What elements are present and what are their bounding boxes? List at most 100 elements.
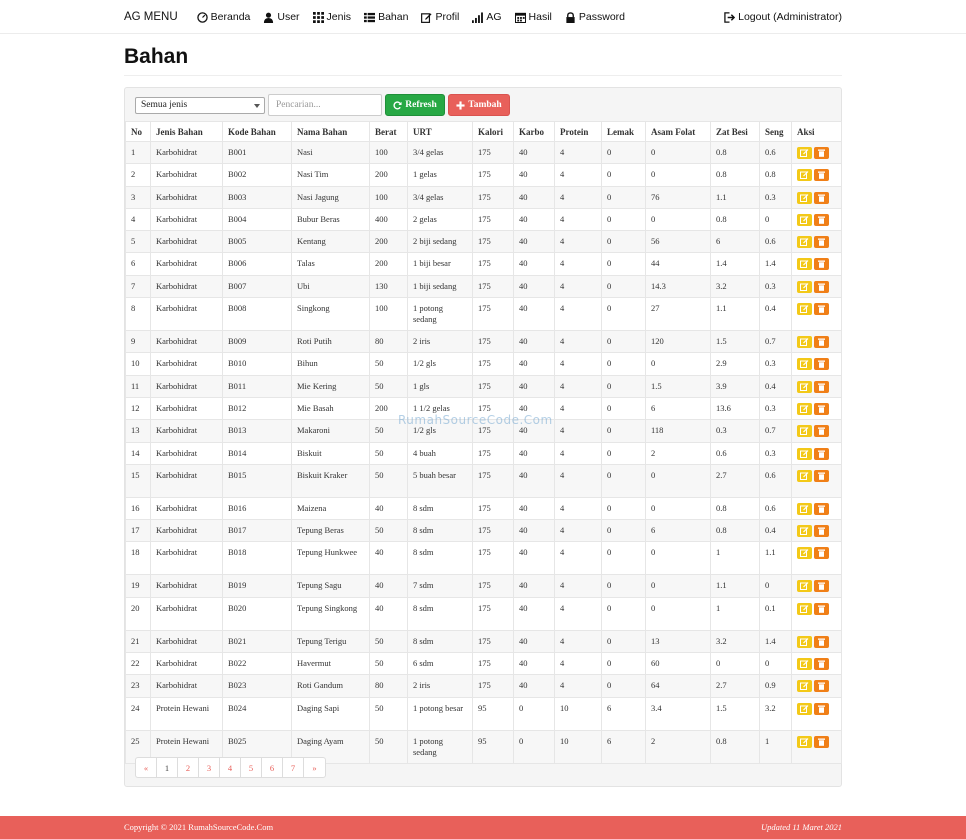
- table-cell: 4: [554, 330, 602, 354]
- delete-button[interactable]: [814, 358, 829, 371]
- edit-button[interactable]: [797, 358, 812, 371]
- pagination-next[interactable]: »: [304, 758, 325, 777]
- edit-button[interactable]: [797, 735, 812, 748]
- pagination-prev[interactable]: «: [136, 758, 157, 777]
- pagination-page[interactable]: 3: [199, 758, 220, 777]
- action-cell: [791, 252, 842, 276]
- delete-button[interactable]: [814, 169, 829, 182]
- table-cell: 1.1: [710, 185, 760, 209]
- edit-button[interactable]: [797, 147, 812, 159]
- edit-button[interactable]: [797, 580, 812, 593]
- table-cell: 18: [125, 541, 151, 576]
- pagination-page[interactable]: 7: [283, 758, 304, 777]
- table-row: 7 Karbohidrat B007 Ubi 130 1 biji sedang 175 40…: [125, 274, 842, 299]
- edit-button[interactable]: [797, 469, 812, 482]
- pagination-page[interactable]: 6: [262, 758, 283, 777]
- delete-button[interactable]: [814, 236, 829, 249]
- delete-button[interactable]: [814, 402, 829, 415]
- edit-button[interactable]: [797, 635, 812, 648]
- table-cell: 4: [554, 374, 602, 398]
- nav-item-beranda[interactable]: Beranda: [196, 11, 250, 23]
- table-cell: 40: [513, 541, 555, 576]
- table-cell: 100: [369, 185, 408, 209]
- edit-button[interactable]: [797, 402, 812, 415]
- table-cell: Tepung Hunkwee: [291, 541, 370, 576]
- edit-button[interactable]: [797, 303, 812, 316]
- logout-icon: [724, 11, 736, 23]
- refresh-button[interactable]: Refresh: [385, 94, 445, 116]
- edit-icon: [800, 238, 809, 247]
- delete-button[interactable]: [814, 213, 829, 226]
- trash-icon: [818, 405, 825, 413]
- delete-button[interactable]: [814, 602, 829, 615]
- navbar-brand[interactable]: AG MENU: [124, 11, 178, 23]
- edit-button[interactable]: [797, 525, 812, 538]
- nav-item-profil[interactable]: Profil: [421, 11, 459, 23]
- pagination-page[interactable]: 5: [241, 758, 262, 777]
- nav-item-hasil[interactable]: Hasil: [514, 11, 552, 23]
- delete-button[interactable]: [814, 469, 829, 482]
- delete-button[interactable]: [814, 336, 829, 349]
- edit-icon: [800, 305, 809, 314]
- delete-button[interactable]: [814, 580, 829, 593]
- user-icon: [264, 12, 274, 23]
- edit-button[interactable]: [797, 658, 812, 671]
- trash-icon: [818, 427, 825, 436]
- nav-item-bahan[interactable]: Bahan: [364, 11, 408, 23]
- nav-item-user[interactable]: User: [263, 11, 300, 23]
- delete-button[interactable]: [814, 658, 829, 671]
- pagination-page[interactable]: 4: [220, 758, 241, 777]
- page-title: Bahan: [124, 45, 189, 68]
- edit-button[interactable]: [797, 680, 812, 693]
- edit-button[interactable]: [797, 702, 812, 715]
- add-button[interactable]: Tambah: [448, 94, 510, 116]
- edit-button[interactable]: [797, 258, 812, 271]
- delete-button[interactable]: [814, 191, 829, 204]
- edit-button[interactable]: [797, 502, 812, 515]
- nav-item-jenis[interactable]: Jenis: [312, 11, 351, 23]
- edit-button[interactable]: [797, 425, 812, 438]
- table-cell: 95: [472, 729, 514, 764]
- delete-button[interactable]: [814, 447, 829, 460]
- search-input[interactable]: Pencarian...: [268, 94, 382, 116]
- pagination-page[interactable]: 2: [178, 758, 199, 777]
- table-cell: 175: [472, 185, 514, 209]
- edit-button[interactable]: [797, 191, 812, 204]
- delete-button[interactable]: [814, 258, 829, 271]
- edit-button[interactable]: [797, 380, 812, 393]
- edit-button[interactable]: [797, 336, 812, 349]
- edit-button[interactable]: [797, 213, 812, 226]
- logout-link[interactable]: Logout (Administrator): [724, 11, 842, 23]
- edit-button[interactable]: [797, 169, 812, 182]
- edit-button[interactable]: [797, 236, 812, 249]
- pagination-page[interactable]: 1: [157, 758, 178, 777]
- edit-button[interactable]: [797, 547, 812, 560]
- delete-button[interactable]: [814, 547, 829, 560]
- table-row: 10 Karbohidrat B010 Bihun 50 1/2 gls 175 40 4 0 0 2…: [125, 352, 842, 376]
- delete-button[interactable]: [814, 735, 829, 748]
- delete-button[interactable]: [814, 303, 829, 316]
- dashboard-icon: [196, 11, 208, 23]
- jenis-filter-select[interactable]: Semua jenis: [135, 96, 265, 114]
- delete-button[interactable]: [814, 702, 829, 715]
- delete-button[interactable]: [814, 635, 829, 648]
- nav-item-password[interactable]: Password: [565, 11, 625, 23]
- delete-button[interactable]: [814, 680, 829, 693]
- table-cell: Karbohidrat: [150, 185, 223, 209]
- delete-button[interactable]: [814, 425, 829, 438]
- table-cell: 0.7: [759, 419, 792, 443]
- delete-button[interactable]: [814, 380, 829, 393]
- table-cell: 0: [601, 596, 646, 631]
- table-cell: 4: [554, 185, 602, 209]
- delete-button[interactable]: [814, 147, 829, 159]
- edit-button[interactable]: [797, 447, 812, 460]
- table-cell: 17: [125, 519, 151, 543]
- edit-button[interactable]: [797, 602, 812, 615]
- table-row: 18 Karbohidrat B018 Tepung Hunkwee 40 8 sdm 17…: [125, 541, 842, 576]
- delete-button[interactable]: [814, 525, 829, 538]
- table-cell: 175: [472, 519, 514, 543]
- delete-button[interactable]: [814, 502, 829, 515]
- edit-button[interactable]: [797, 280, 812, 293]
- delete-button[interactable]: [814, 280, 829, 293]
- nav-item-ag[interactable]: AG: [472, 11, 502, 23]
